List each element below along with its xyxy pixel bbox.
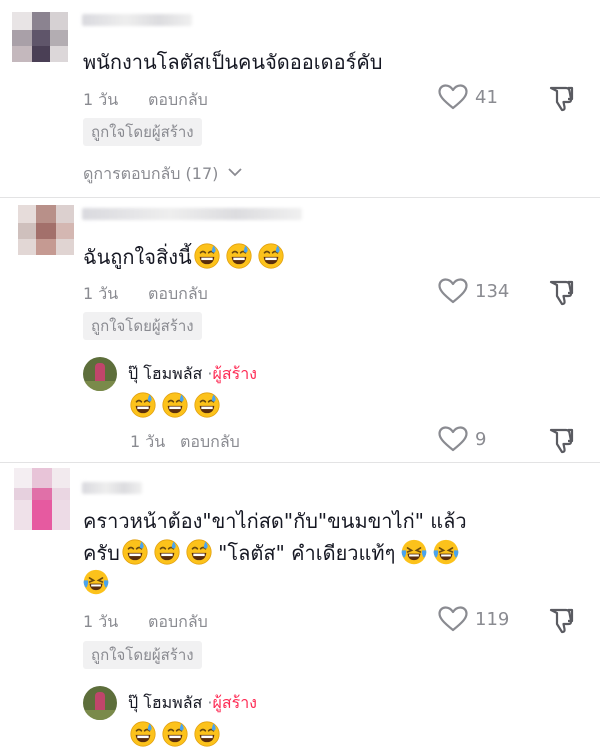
tears-of-joy-emoji [433, 539, 459, 565]
grinning-sweat-emoji [258, 243, 284, 269]
grinning-sweat-emoji [162, 721, 188, 747]
avatar[interactable] [18, 205, 74, 255]
creator-name[interactable]: ปุ๊ โฮมพลัส [128, 693, 202, 712]
heart-outline-icon[interactable] [438, 84, 468, 110]
thumbs-down-icon[interactable] [548, 426, 576, 454]
tears-of-joy-emoji [83, 569, 109, 595]
comment-text-part: ครับ [83, 541, 120, 565]
creator-name[interactable]: ปุ๊ โฮมพลัส [128, 364, 202, 383]
comment-text-line-2: ครับ "โลตัส" คำเดียวแท้ๆ [83, 538, 459, 568]
creator-label: ผู้สร้าง [212, 364, 257, 383]
comment-time: 1 วัน [83, 612, 119, 631]
heart-outline-icon[interactable] [438, 426, 468, 452]
comment-time: 1 วัน [83, 90, 119, 109]
tears-of-joy-emoji [401, 539, 427, 565]
creator-avatar[interactable] [83, 357, 117, 391]
chevron-down-icon [228, 168, 243, 177]
reply-time: 1 วัน [130, 432, 166, 451]
reply-emoji-row [130, 392, 220, 418]
grinning-sweat-emoji [186, 539, 212, 565]
comment-text-part: "โลตัส" คำเดียวแท้ๆ [211, 541, 396, 565]
grinning-sweat-emoji [194, 243, 220, 269]
liked-by-creator-badge: ถูกใจโดยผู้สร้าง [83, 641, 202, 669]
username-blurred[interactable] [82, 14, 192, 26]
divider [0, 462, 600, 463]
comment-text-line-1: คราวหน้าต้อง"ขาไก่สด"กับ"ขนมขาไก่" แล้ว [83, 509, 467, 533]
reply-button[interactable]: ตอบกลับ [148, 88, 208, 113]
creator-name-line: ปุ๊ โฮมพลัส ·ผู้สร้าง [128, 691, 257, 716]
heart-outline-icon[interactable] [438, 278, 468, 304]
grinning-sweat-emoji [122, 539, 148, 565]
comment-text-content: ฉันถูกใจสิ่งนี้ [83, 245, 192, 269]
comment-text-line-3 [83, 568, 109, 598]
grinning-sweat-emoji [162, 392, 188, 418]
reply-button[interactable]: ตอบกลับ [148, 282, 208, 307]
username-blurred[interactable] [82, 208, 302, 220]
reply-button[interactable]: ตอบกลับ [148, 610, 208, 635]
username-blurred[interactable] [82, 482, 142, 494]
comment-text: ฉันถูกใจสิ่งนี้ [83, 242, 284, 272]
like-count: 41 [475, 87, 498, 108]
grinning-sweat-emoji [130, 392, 156, 418]
like-count: 134 [475, 281, 510, 302]
grinning-sweat-emoji [154, 539, 180, 565]
avatar[interactable] [12, 12, 68, 62]
view-replies-button[interactable]: ดูการตอบกลับ (17) [83, 162, 243, 187]
grinning-sweat-emoji [130, 721, 156, 747]
grinning-sweat-emoji [194, 392, 220, 418]
thumbs-down-icon[interactable] [548, 84, 576, 112]
heart-outline-icon[interactable] [438, 606, 468, 632]
comment-time: 1 วัน [83, 284, 119, 303]
grinning-sweat-emoji [226, 243, 252, 269]
divider [0, 197, 600, 198]
reply-emoji-row [130, 721, 220, 747]
thumbs-down-icon[interactable] [548, 278, 576, 306]
liked-by-creator-badge: ถูกใจโดยผู้สร้าง [83, 312, 202, 340]
avatar-lower [14, 500, 70, 530]
like-count: 119 [475, 609, 510, 630]
like-count: 9 [475, 429, 487, 450]
liked-by-creator-badge: ถูกใจโดยผู้สร้าง [83, 118, 202, 146]
creator-label: ผู้สร้าง [212, 693, 257, 712]
thumbs-down-icon[interactable] [548, 606, 576, 634]
grinning-sweat-emoji [194, 721, 220, 747]
creator-avatar[interactable] [83, 686, 117, 720]
reply-button[interactable]: ตอบกลับ [180, 430, 240, 455]
creator-name-line: ปุ๊ โฮมพลัส ·ผู้สร้าง [128, 362, 257, 387]
view-replies-label: ดูการตอบกลับ (17) [83, 164, 219, 183]
comment-text: พนักงานโลตัสเป็นคนจัดออเดอร์คับ [83, 50, 383, 74]
